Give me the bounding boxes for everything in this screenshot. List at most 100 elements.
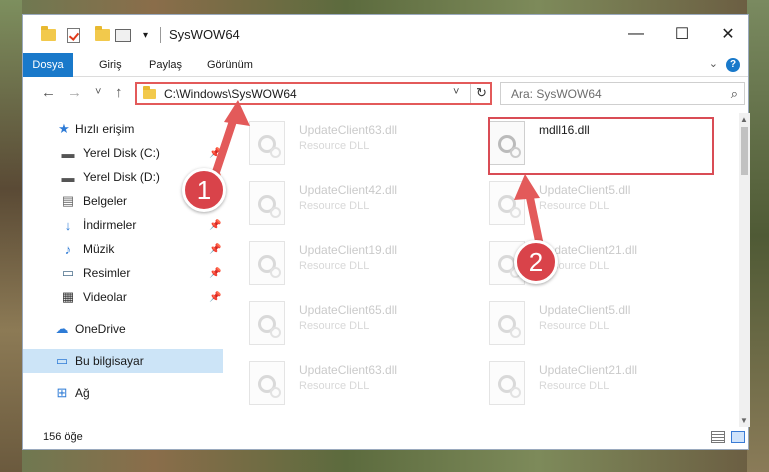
- address-bar[interactable]: C:\Windows\SysWOW64 ˅ ↻: [135, 82, 492, 105]
- sidebar-item-label: OneDrive: [75, 322, 126, 336]
- sidebar-item-pictures[interactable]: ▭ Resimler 📌: [23, 261, 223, 285]
- sidebar-item-label: Yerel Disk (C:): [83, 146, 160, 160]
- search-input[interactable]: Ara: SysWOW64: [511, 87, 602, 101]
- tab-file[interactable]: Dosya: [23, 53, 73, 77]
- sidebar-item-label: Müzik: [83, 242, 115, 256]
- pin-icon[interactable]: 📌: [209, 220, 221, 231]
- refresh-button[interactable]: ↻: [476, 85, 487, 101]
- forward-button[interactable]: →: [67, 84, 82, 101]
- dll-file-icon: [489, 361, 525, 405]
- file-explorer-window: ▾ SysWOW64 — ☐ ✕ Dosya Giriş Paylaş Görü…: [22, 14, 751, 450]
- sidebar-item-network[interactable]: ⊞ Ağ: [23, 381, 223, 405]
- music-icon: ♪: [64, 241, 72, 257]
- file-item[interactable]: UpdateClient65.dll Resource DLL: [229, 297, 459, 355]
- file-type: Resource DLL: [299, 140, 370, 152]
- dll-file-icon: [249, 241, 285, 285]
- file-type: Resource DLL: [539, 380, 610, 392]
- close-button[interactable]: ✕: [705, 21, 751, 47]
- properties-icon[interactable]: [115, 26, 131, 44]
- sidebar-item-local-disk-c[interactable]: ▬ Yerel Disk (C:) 📌: [23, 141, 223, 165]
- tab-view[interactable]: Görünüm: [197, 53, 263, 77]
- file-item[interactable]: UpdateClient63.dll Resource DLL: [229, 357, 459, 415]
- sidebar-item-this-pc[interactable]: ▭ Bu bilgisayar: [23, 349, 223, 373]
- title-separator: [160, 27, 161, 43]
- file-name: UpdateClient5.dll: [539, 303, 631, 317]
- pin-icon[interactable]: 📌: [209, 268, 221, 279]
- dll-file-icon: [249, 301, 285, 345]
- help-button[interactable]: ?: [726, 58, 740, 72]
- ribbon-expand-icon[interactable]: ⌄: [709, 57, 718, 70]
- file-name: UpdateClient5.dll: [539, 183, 631, 197]
- file-type: Resource DLL: [299, 200, 370, 212]
- sidebar-item-label: Hızlı erişim: [75, 122, 135, 136]
- highlight-box: [488, 117, 714, 175]
- pin-icon[interactable]: 📌: [209, 148, 221, 159]
- step-1-badge: 1: [182, 168, 226, 212]
- file-type: Resource DLL: [539, 200, 610, 212]
- dll-file-icon: [249, 181, 285, 225]
- sidebar-item-label: Bu bilgisayar: [75, 354, 144, 368]
- drive-icon: ▬: [61, 145, 75, 161]
- status-bar: 156 öğe: [23, 427, 748, 449]
- scroll-down-icon[interactable]: ▼: [740, 416, 748, 425]
- address-path[interactable]: C:\Windows\SysWOW64: [164, 87, 297, 101]
- sidebar-item-videos[interactable]: ▦ Videolar 📌: [23, 285, 223, 309]
- file-name: UpdateClient65.dll: [299, 303, 398, 317]
- pin-icon[interactable]: 📌: [209, 292, 221, 303]
- address-divider: [470, 84, 471, 103]
- sidebar-item-label: Ağ: [75, 386, 90, 400]
- item-count: 156 öğe: [43, 431, 83, 443]
- maximize-button[interactable]: ☐: [659, 21, 705, 47]
- file-item[interactable]: UpdateClient5.dll Resource DLL: [469, 297, 699, 355]
- sidebar-item-quick-access[interactable]: ★ Hızlı erişim: [23, 117, 223, 141]
- tiles-view-icon[interactable]: [731, 431, 745, 443]
- file-type: Resource DLL: [299, 320, 370, 332]
- search-icon[interactable]: ⌕: [731, 86, 738, 102]
- navigation-bar: ← → ˅ ↑ C:\Windows\SysWOW64 ˅ ↻ Ara: Sys…: [23, 77, 748, 109]
- tab-share[interactable]: Paylaş: [139, 53, 192, 77]
- file-item[interactable]: UpdateClient19.dll Resource DLL: [229, 237, 459, 295]
- sidebar-item-onedrive[interactable]: ☁ OneDrive: [23, 317, 223, 341]
- file-item[interactable]: UpdateClient5.dll Resource DLL: [469, 177, 699, 235]
- desktop-background-left: [0, 0, 22, 472]
- details-view-icon[interactable]: [711, 431, 725, 443]
- tab-home[interactable]: Giriş: [89, 53, 132, 77]
- navigation-pane: ★ Hızlı erişim ▬ Yerel Disk (C:) 📌 ▬ Yer…: [23, 113, 225, 423]
- vertical-scrollbar[interactable]: ▲ ▼: [739, 113, 750, 427]
- star-icon: ★: [58, 121, 70, 136]
- search-box[interactable]: Ara: SysWOW64 ⌕: [500, 82, 745, 105]
- dll-file-icon: [249, 121, 285, 165]
- file-name: UpdateClient21.dll: [539, 363, 638, 377]
- sidebar-item-downloads[interactable]: ↓ İndirmeler 📌: [23, 213, 223, 237]
- dll-file-icon: [489, 181, 525, 225]
- back-button[interactable]: ←: [41, 84, 56, 101]
- quick-access-toolbar-dropdown-icon[interactable]: ▾: [143, 26, 148, 44]
- file-name: UpdateClient63.dll: [299, 123, 398, 137]
- file-item[interactable]: UpdateClient21.dll Resource DLL: [469, 357, 699, 415]
- file-item[interactable]: UpdateClient21.dll Resource DLL: [469, 237, 699, 295]
- pictures-icon: ▭: [61, 265, 75, 280]
- computer-icon: ▭: [55, 353, 69, 368]
- sidebar-item-label: Yerel Disk (D:): [83, 170, 160, 184]
- recent-locations-button[interactable]: ˅: [95, 86, 101, 98]
- video-icon: ▦: [61, 289, 75, 304]
- minimize-button[interactable]: —: [613, 21, 659, 47]
- file-item[interactable]: UpdateClient42.dll Resource DLL: [229, 177, 459, 235]
- desktop-background-right: [747, 0, 769, 472]
- pin-icon[interactable]: 📌: [209, 244, 221, 255]
- sidebar-item-label: Belgeler: [83, 194, 128, 208]
- properties-check-icon[interactable]: [67, 26, 80, 44]
- scroll-up-icon[interactable]: ▲: [740, 115, 748, 124]
- file-item[interactable]: UpdateClient63.dll Resource DLL: [229, 117, 459, 175]
- up-button[interactable]: ↑: [115, 84, 123, 101]
- window-folder-icon: [41, 26, 56, 44]
- network-icon: ⊞: [56, 385, 68, 400]
- new-folder-icon[interactable]: [95, 26, 110, 44]
- download-icon: ↓: [64, 217, 72, 233]
- step-2-badge: 2: [514, 240, 558, 284]
- file-list: UpdateClient63.dll Resource DLL UpdateCl…: [229, 113, 739, 423]
- scrollbar-thumb[interactable]: [741, 127, 748, 175]
- address-dropdown-button[interactable]: ˅: [453, 86, 459, 98]
- sidebar-item-music[interactable]: ♪ Müzik 📌: [23, 237, 223, 261]
- window-title: SysWOW64: [169, 27, 240, 42]
